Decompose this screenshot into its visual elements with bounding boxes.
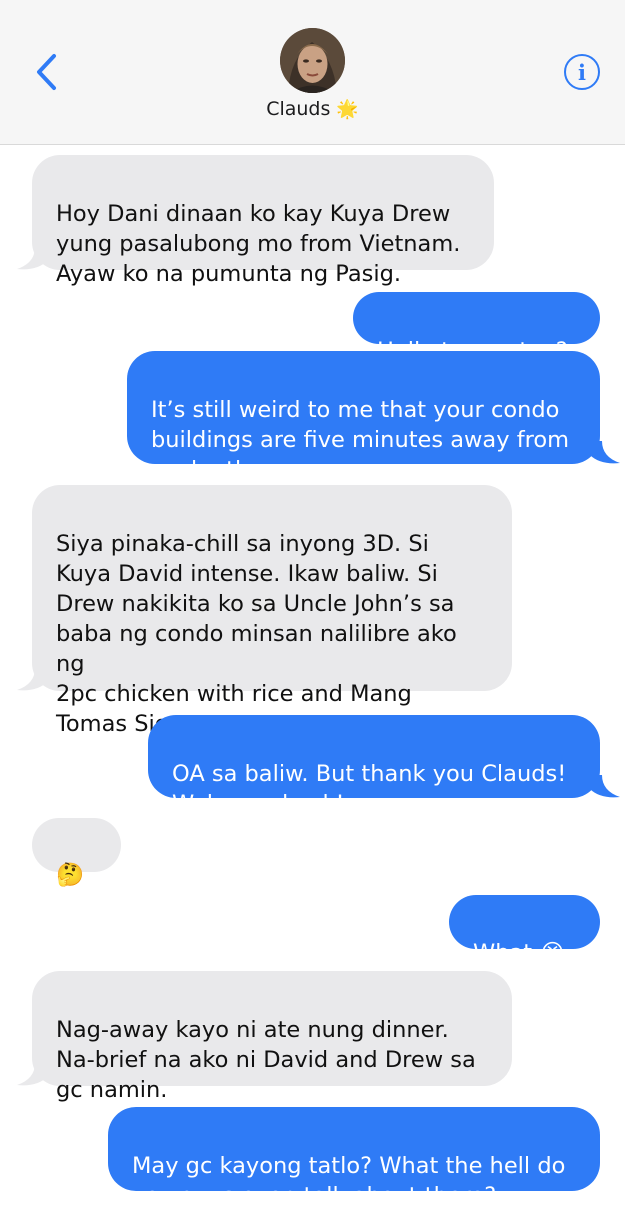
outgoing-message[interactable]: Hello to you too? [353,292,600,364]
message-text: May gc kayong tatlo? What the hell do yo… [132,1153,566,1209]
message-text: 🤔 [56,862,85,888]
incoming-message[interactable]: Nag-away kayo ni ate nung dinner. Na-bri… [32,971,512,1103]
incoming-message[interactable]: 🤔 [32,818,121,888]
message-text: OA sa baliw. But thank you Clauds! Welco… [172,761,567,817]
back-button[interactable] [26,52,66,92]
bubble-tail [17,1063,47,1086]
conversation-header: Clauds 🌟 i [0,0,625,145]
bubble-tail [17,247,47,270]
message-text: What 😭 [473,940,566,966]
info-button[interactable]: i [564,54,600,90]
contact-name-row[interactable]: Clauds 🌟 [0,98,625,120]
avatar-image [280,28,345,93]
outgoing-message[interactable]: OA sa baliw. But thank you Clauds! Welco… [148,715,600,817]
incoming-message[interactable]: Hoy Dani dinaan ko kay Kuya Drew yung pa… [32,155,494,287]
bubble-tail [590,775,620,798]
outgoing-message[interactable]: It’s still weird to me that your condo b… [127,351,600,483]
contact-avatar[interactable] [280,28,345,93]
chevron-left-icon [37,54,56,90]
incoming-message[interactable]: Siya pinaka-chill sa inyong 3D. Si Kuya … [32,485,512,737]
info-icon: i [578,59,586,85]
bubble-tail [17,668,47,691]
outgoing-message[interactable]: What 😭 [449,895,600,966]
message-text: Siya pinaka-chill sa inyong 3D. Si Kuya … [56,531,457,737]
message-text: Hoy Dani dinaan ko kay Kuya Drew yung pa… [56,201,461,287]
outgoing-message[interactable]: May gc kayong tatlo? What the hell do yo… [108,1107,600,1209]
message-text: It’s still weird to me that your condo b… [151,397,570,483]
contact-name: Clauds [266,98,331,120]
message-thread[interactable]: Hoy Dani dinaan ko kay Kuya Drew yung pa… [0,145,625,1209]
star-icon: 🌟 [336,98,359,120]
bubble-tail [590,441,620,464]
message-text: Nag-away kayo ni ate nung dinner. Na-bri… [56,1017,476,1103]
